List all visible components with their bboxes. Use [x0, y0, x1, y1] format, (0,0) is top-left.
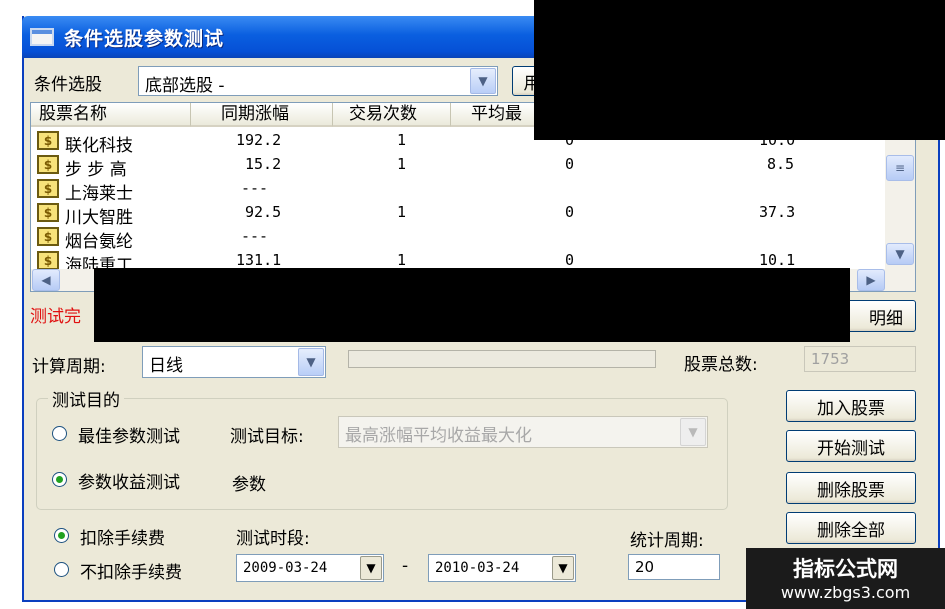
deduct-fee-radio[interactable]	[54, 528, 69, 543]
col-header-gain[interactable]: 同期涨幅	[191, 103, 333, 127]
chevron-down-icon[interactable]: ▼	[552, 556, 574, 580]
no-deduct-fee-radio[interactable]	[54, 562, 69, 577]
end-date-picker[interactable]: 2010-03-24 ▼	[428, 554, 576, 582]
col4-cell: 0	[565, 203, 575, 221]
condition-label: 条件选股	[34, 75, 102, 95]
start-test-button[interactable]: 开始测试	[786, 430, 916, 462]
condition-select[interactable]: 底部选股 - ▼	[138, 66, 498, 96]
col-header-name[interactable]: 股票名称	[31, 103, 191, 127]
table-row[interactable]: $ 步 步 高 15.2 1 0 8.5	[31, 153, 881, 180]
progress-bar	[348, 350, 656, 368]
total-field: 1753	[804, 346, 916, 372]
stock-dollar-icon: $	[37, 203, 59, 222]
stat-period-input[interactable]: 20	[628, 554, 720, 580]
status-text: 测试完	[30, 307, 81, 327]
start-date-picker[interactable]: 2009-03-24 ▼	[236, 554, 384, 582]
target-label: 测试目标:	[230, 427, 304, 447]
stock-dollar-icon: $	[37, 131, 59, 150]
end-date-value: 2010-03-24	[435, 560, 520, 576]
scroll-right-icon[interactable]: ▶	[857, 269, 885, 291]
window-icon	[30, 28, 54, 46]
gain-cell: 131.1	[236, 251, 282, 269]
gain-cell: 192.2	[236, 131, 282, 149]
period-select[interactable]: 日线 ▼	[142, 346, 326, 378]
param-return-label[interactable]: 参数收益测试	[78, 468, 180, 493]
stat-period-label: 统计周期:	[630, 531, 704, 551]
range-dash: -	[402, 556, 409, 576]
scroll-left-icon[interactable]: ◀	[32, 269, 60, 291]
watermark-title: 指标公式网	[793, 557, 898, 581]
stock-dollar-icon: $	[37, 179, 59, 198]
target-select: 最高涨幅平均收益最大化 ▼	[338, 416, 708, 448]
period-select-value: 日线	[149, 356, 183, 376]
range-label: 测试时段:	[236, 529, 310, 549]
gain-cell: ---	[241, 179, 269, 197]
stock-dollar-icon: $	[37, 227, 59, 246]
gain-cell: 92.5	[245, 203, 282, 221]
scroll-down-icon[interactable]: ▼	[886, 243, 914, 265]
scroll-thumb[interactable]: ≡	[886, 155, 914, 181]
gain-cell: 15.2	[245, 155, 282, 173]
col4-cell: 0	[565, 251, 575, 269]
col5-cell: 37.3	[759, 203, 796, 221]
start-date-value: 2009-03-24	[243, 560, 328, 576]
deduct-fee-label[interactable]: 扣除手续费	[80, 524, 165, 549]
col5-cell: 8.5	[767, 155, 795, 173]
col-header-trades[interactable]: 交易次数	[333, 103, 451, 127]
no-deduct-fee-label[interactable]: 不扣除手续费	[80, 558, 182, 583]
chevron-down-icon[interactable]: ▼	[360, 556, 382, 580]
site-watermark: 指标公式网 www.zbgs3.com	[746, 548, 945, 609]
param-label: 参数	[232, 475, 266, 495]
delete-all-button[interactable]: 删除全部	[786, 512, 916, 544]
period-label: 计算周期:	[32, 357, 106, 377]
trades-cell: 1	[397, 251, 407, 269]
window-title: 条件选股参数测试	[64, 28, 225, 50]
condition-select-value: 底部选股 -	[145, 76, 225, 96]
purpose-group	[36, 398, 728, 510]
delete-stock-button[interactable]: 删除股票	[786, 472, 916, 504]
param-return-radio[interactable]	[52, 472, 67, 487]
purpose-legend: 测试目的	[48, 386, 124, 411]
best-param-radio[interactable]	[52, 426, 67, 441]
trades-cell: 1	[397, 155, 407, 173]
chevron-down-icon[interactable]: ▼	[470, 68, 496, 94]
watermark-url: www.zbgs3.com	[780, 583, 911, 602]
table-row[interactable]: $ 上海莱士 ---	[31, 177, 881, 204]
col4-cell: 0	[565, 155, 575, 173]
gain-cell: ---	[241, 227, 269, 245]
chevron-down-icon[interactable]: ▼	[298, 348, 324, 376]
table-row[interactable]: $ 烟台氨纶 ---	[31, 225, 881, 252]
stock-dollar-icon: $	[37, 155, 59, 174]
col5-cell: 10.1	[759, 251, 796, 269]
add-stock-button[interactable]: 加入股票	[786, 390, 916, 422]
total-label: 股票总数:	[684, 355, 758, 375]
trades-cell: 1	[397, 131, 407, 149]
chevron-down-icon: ▼	[680, 418, 706, 446]
stock-dollar-icon: $	[37, 251, 59, 270]
trades-cell: 1	[397, 203, 407, 221]
redaction-block	[94, 268, 850, 342]
table-row[interactable]: $ 川大智胜 92.5 1 0 37.3	[31, 201, 881, 228]
redaction-block	[534, 0, 945, 140]
best-param-label[interactable]: 最佳参数测试	[78, 422, 180, 447]
target-select-value: 最高涨幅平均收益最大化	[345, 426, 532, 446]
